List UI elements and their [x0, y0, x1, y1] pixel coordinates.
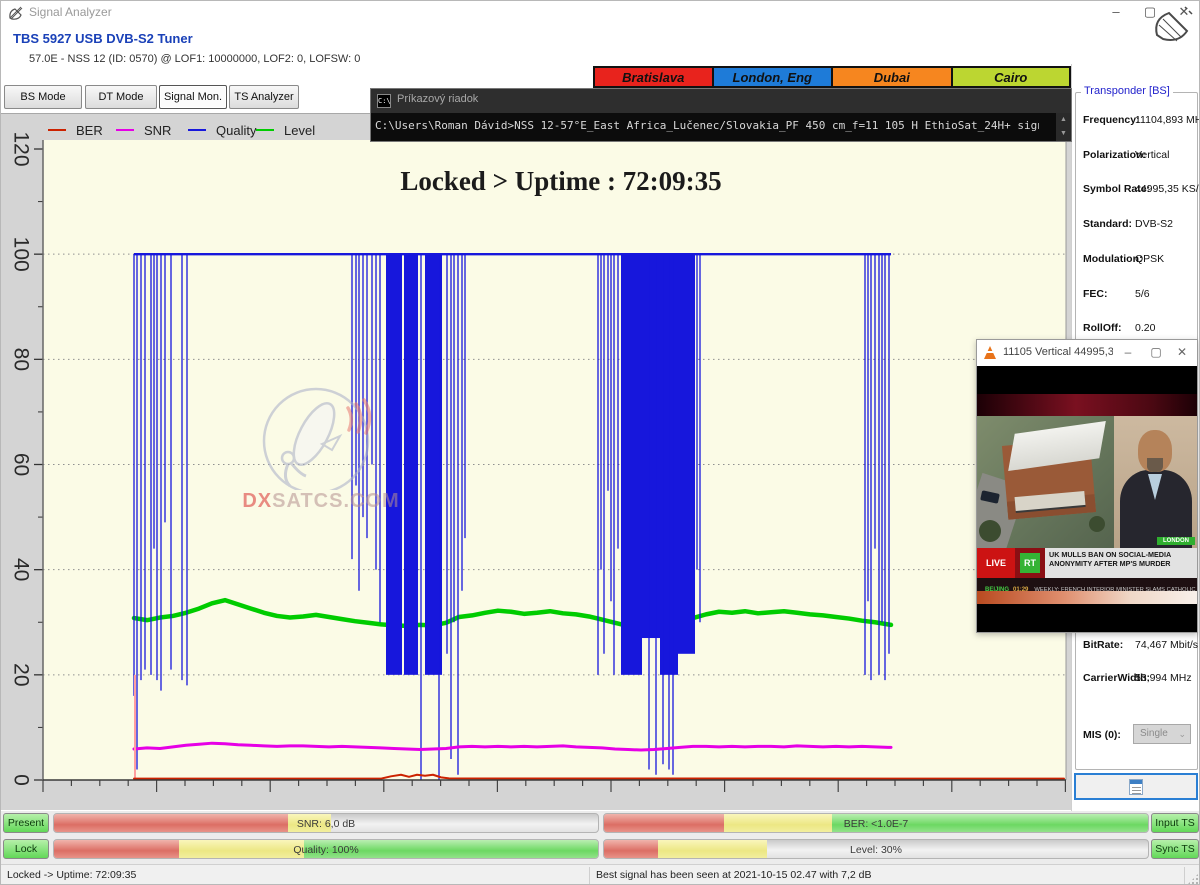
transponder-row: CarrierWidth:53,994 MHz: [1075, 672, 1195, 702]
signal-analyzer-window: Signal Analyzer – ▢ ✕ TBS 5927 USB DVB-S…: [0, 0, 1200, 885]
input-ts-lamp: Input TS: [1151, 813, 1199, 833]
app-dish-icon: [8, 5, 24, 21]
level-swatch: [256, 129, 274, 131]
svg-text:60: 60: [10, 453, 33, 476]
tab-bs-mode[interactable]: BS Mode: [4, 85, 82, 109]
transponder-row: Standard:DVB-S2: [1075, 218, 1195, 248]
transponder-row: Polarization:Vertical: [1075, 149, 1195, 179]
sync-ts-lamp: Sync TS: [1151, 839, 1199, 859]
window-title: Signal Analyzer: [29, 5, 112, 19]
scroll-down-icon[interactable]: ▼: [1056, 127, 1071, 141]
svg-text:80: 80: [10, 348, 33, 371]
transponder-row: Frequency:11104,893 MHz: [1075, 114, 1195, 144]
minimize-button[interactable]: –: [1099, 1, 1133, 25]
transponder-group-label: Transponder [BS]: [1081, 85, 1173, 97]
svg-text:0: 0: [10, 774, 33, 786]
news-ticker: BEIJING01:29WEEKLY: FRENCH INTERIOR MINI…: [977, 578, 1197, 591]
live-badge: LIVE: [977, 548, 1015, 578]
news-banner: LIVE RT UK MULLS BAN ON SOCIAL-MEDIAANON…: [977, 548, 1197, 578]
mis-label: MIS (0):: [1083, 729, 1121, 741]
device-title: TBS 5927 USB DVB-S2 Tuner: [13, 31, 193, 46]
watermark-dx: DX: [242, 490, 272, 512]
title-bar: Signal Analyzer – ▢ ✕: [1, 1, 1200, 25]
cmd-title-bar[interactable]: C:\ Príkazový riadok: [371, 89, 1071, 113]
satellite-logo-icon: [1149, 5, 1195, 45]
aerial-view: [977, 416, 1114, 548]
cmd-console[interactable]: C:\Users\Roman Dávid>NSS 12-57°E_East Af…: [371, 113, 1071, 141]
video-red-bar: [977, 394, 1197, 416]
vlc-minimize-button[interactable]: –: [1115, 342, 1141, 364]
legend-level: Level: [256, 122, 315, 138]
svg-text:100: 100: [10, 237, 33, 272]
vlc-title-bar[interactable]: 11105 Vertical 44995,35 / RF: ... – ▢ ✕: [977, 340, 1197, 366]
ber-swatch: [48, 129, 66, 131]
status-bar: Locked -> Uptime: 72:09:35 Best signal h…: [1, 864, 1200, 885]
cmd-icon: C:\: [377, 94, 391, 108]
legend-ber: BER: [48, 122, 103, 138]
snr-meter: SNR: 6,0 dB: [53, 813, 599, 833]
cmd-command-line: C:\Users\Roman Dávid>NSS 12-57°E_East Af…: [375, 119, 1039, 132]
watermark-rest: SATCS.COM: [272, 490, 400, 512]
best-signal-status: Best signal has been seen at 2021-10-15 …: [596, 869, 872, 881]
mis-dropdown[interactable]: Single⌄: [1133, 724, 1191, 744]
vlc-close-button[interactable]: ✕: [1169, 342, 1195, 364]
present-lamp: Present: [3, 813, 49, 833]
video-frame[interactable]: LONDON LIVE RT UK MULLS BAN ON SOCIAL-ME…: [977, 366, 1197, 632]
dxsatcs-watermark: DXSATCS.COM: [236, 386, 406, 516]
transponder-row: BitRate:74,467 Mbit/s: [1075, 639, 1195, 669]
quality-swatch: [188, 129, 206, 131]
chart-title: Locked > Uptime : 72:09:35: [321, 166, 801, 197]
transponder-row: Symbol Rate:44995,35 KS/s: [1075, 183, 1195, 213]
legend-snr: SNR: [116, 122, 171, 138]
statusbar-separator: [589, 867, 590, 885]
news-headline: UK MULLS BAN ON SOCIAL-MEDIAANONYMITY AF…: [1045, 548, 1197, 578]
svg-text:120: 120: [10, 131, 33, 166]
quality-meter: Quality: 100%: [53, 839, 599, 859]
transport-list-button[interactable]: [1074, 773, 1198, 800]
lock-lamp: Lock: [3, 839, 49, 859]
scroll-up-icon[interactable]: ▲: [1056, 113, 1071, 127]
lock-uptime-status: Locked -> Uptime: 72:09:35: [7, 869, 136, 881]
vlc-maximize-button[interactable]: ▢: [1143, 342, 1169, 364]
tuning-info: 57.0E - NSS 12 (ID: 0570) @ LOF1: 100000…: [29, 53, 360, 65]
vlc-video-window: 11105 Vertical 44995,35 / RF: ... – ▢ ✕ …: [976, 339, 1198, 633]
tab-signal-mon[interactable]: Signal Mon.: [159, 85, 227, 109]
svg-text:20: 20: [10, 663, 33, 686]
signal-chart-svg: 0 20 40 60 80 100 120: [1, 114, 1071, 811]
tab-dt-mode[interactable]: DT Mode: [85, 85, 157, 109]
resize-grip[interactable]: [1187, 873, 1199, 885]
rt-logo: RT: [1015, 548, 1045, 578]
cmd-scrollbar[interactable]: ▲ ▼: [1056, 113, 1071, 141]
video-picture: LONDON: [977, 416, 1197, 548]
location-tag: LONDON: [1157, 537, 1195, 545]
vlc-cone-icon: [984, 346, 996, 359]
snr-swatch: [116, 129, 134, 131]
meters-area: Present SNR: 6,0 dB BER: <1.0E-7 Input T…: [1, 811, 1200, 864]
vlc-window-title: 11105 Vertical 44995,35 / RF: ...: [1003, 346, 1113, 358]
transponder-row: FEC:5/6: [1075, 288, 1195, 318]
ticker-gradient-strip: [977, 591, 1197, 604]
interview-speaker: LONDON: [1114, 416, 1197, 548]
list-icon: [1129, 779, 1143, 795]
ber-meter: BER: <1.0E-7: [603, 813, 1149, 833]
legend-quality: Quality: [188, 122, 256, 138]
chevron-down-icon: ⌄: [1178, 725, 1186, 743]
cmd-window-title: Príkazový riadok: [397, 93, 478, 105]
tab-ts-analyzer[interactable]: TS Analyzer (OK): [229, 85, 299, 109]
transponder-row: Modulation:QPSK: [1075, 253, 1195, 283]
command-prompt-window: C:\ Príkazový riadok C:\Users\Roman Dávi…: [371, 89, 1071, 141]
statusbar-separator: [1184, 867, 1185, 885]
level-meter: Level: 30%: [603, 839, 1149, 859]
svg-text:40: 40: [10, 558, 33, 581]
signal-chart-panel: 0 20 40 60 80 100 120 BER SNR Quality Level Lo…: [1, 113, 1071, 810]
